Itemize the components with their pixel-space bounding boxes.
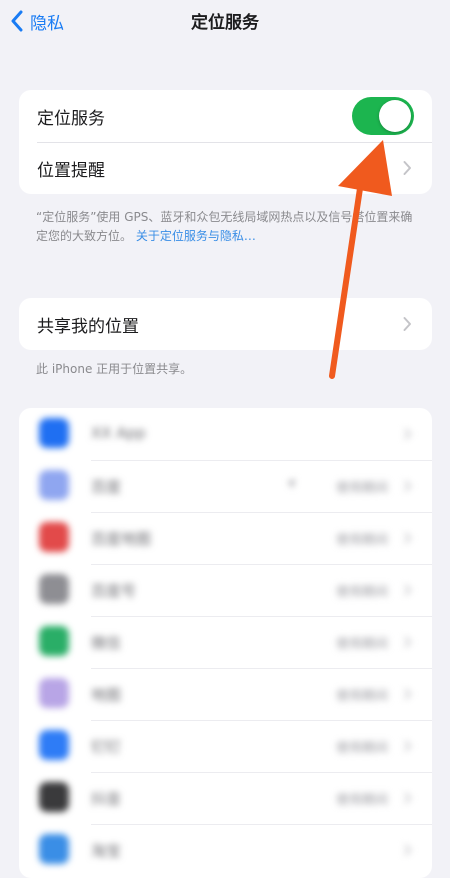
app-row[interactable]: 百度 使用期间 [19,460,432,512]
location-services-row: 定位服务 [19,90,432,142]
chevron-right-icon [404,844,412,856]
chevron-right-icon [404,740,412,752]
location-services-card: 定位服务 位置提醒 [19,90,432,194]
chevron-right-icon [404,636,412,648]
app-icon [39,782,69,812]
chevron-right-icon [404,688,412,700]
chevron-right-icon [404,480,412,492]
app-row[interactable]: 微信 使用期间 [19,616,432,668]
app-icon [39,834,69,864]
location-services-label: 定位服务 [37,108,105,129]
location-services-toggle[interactable] [352,97,414,135]
app-permission-status: 使用期间 [335,637,388,652]
app-icon [39,418,69,448]
app-icon [39,470,69,500]
chevron-right-icon [403,317,411,331]
chevron-right-icon [403,161,411,175]
app-name: 百度号 [91,582,137,600]
chevron-right-icon [404,532,412,544]
location-alerts-row[interactable]: 位置提醒 [19,142,432,194]
app-icon [39,522,69,552]
app-name: 抖音 [91,790,122,808]
chevron-right-icon [404,428,412,440]
share-my-location-row[interactable]: 共享我的位置 [19,298,432,350]
app-icon [39,730,69,760]
share-my-location-label: 共享我的位置 [37,316,139,337]
navigation-bar: 隐私 定位服务 [0,0,450,44]
app-permission-status: 使用期间 [335,585,388,600]
app-row[interactable]: 淘宝 [19,824,432,876]
app-name: 微信 [91,634,122,652]
toggle-knob [379,100,411,132]
share-location-note: 此 iPhone 正用于位置共享。 [36,362,193,376]
app-permission-status: 使用期间 [335,793,388,808]
app-row[interactable]: 钉钉 使用期间 [19,720,432,772]
app-icon [39,574,69,604]
app-permission-status: 使用期间 [335,741,388,756]
app-row[interactable]: 百度地图 使用期间 [19,512,432,564]
app-icon [39,678,69,708]
app-row[interactable]: XX App [19,408,432,460]
app-name: 百度地图 [91,530,152,548]
location-arrow-icon [287,479,295,489]
app-name: XX App [91,424,146,442]
app-name: 钉钉 [91,738,122,756]
app-name: 地图 [91,686,122,704]
app-icon [39,626,69,656]
app-row[interactable]: 抖音 使用期间 [19,772,432,824]
app-permission-status: 使用期间 [335,689,388,704]
privacy-link[interactable]: 关于定位服务与隐私… [136,229,256,243]
app-permission-status: 使用期间 [335,481,388,496]
location-alerts-label: 位置提醒 [37,160,105,181]
app-row[interactable]: 百度号 使用期间 [19,564,432,616]
location-services-description: “定位服务”使用 GPS、蓝牙和众包无线局域网热点以及信号塔位置来确定您的大致方… [36,208,422,246]
app-permission-status: 使用期间 [335,533,388,548]
page-title: 定位服务 [191,13,259,33]
app-name: 淘宝 [91,842,122,860]
app-location-list: XX App 百度 使用期间 百度地图 使用期间 百度号 使用期间 微信 使用期间 地图 使用期间钉… [19,408,432,878]
app-name: 百度 [91,478,122,496]
share-location-card: 共享我的位置 [19,298,432,350]
chevron-right-icon [404,584,412,596]
chevron-right-icon [404,792,412,804]
app-row[interactable]: 地图 使用期间 [19,668,432,720]
